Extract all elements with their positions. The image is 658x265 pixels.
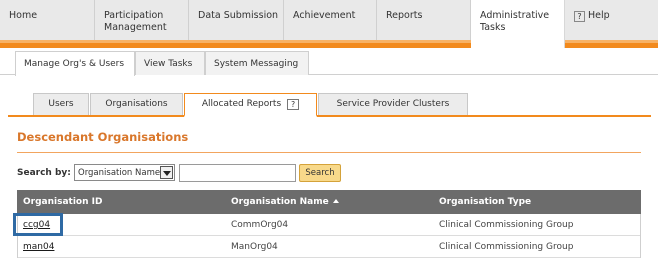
tab-organisations-label: Organisations bbox=[105, 99, 168, 109]
nav-help[interactable]: ? Help bbox=[565, 0, 658, 43]
subnav-manage-label: Manage Org's & Users bbox=[24, 59, 125, 69]
sub-navigation: Manage Org's & Users View Tasks System M… bbox=[0, 48, 658, 76]
subnav-system-messaging[interactable]: System Messaging bbox=[205, 51, 309, 75]
nav-reports-label: Reports bbox=[386, 10, 423, 21]
subnav-manage-orgs-users[interactable]: Manage Org's & Users bbox=[15, 51, 135, 76]
section-title: Descendant Organisations bbox=[17, 130, 189, 144]
table-row: man04 ManOrg04 Clinical Commissioning Gr… bbox=[17, 236, 641, 258]
nav-achievement[interactable]: Achievement bbox=[284, 0, 377, 43]
subnav-view-tasks[interactable]: View Tasks bbox=[135, 51, 205, 75]
table-border-right bbox=[640, 214, 641, 258]
nav-home[interactable]: Home bbox=[0, 0, 95, 43]
tab-allocated-reports-label: Allocated Reports bbox=[201, 99, 282, 109]
column-id-label: Organisation ID bbox=[23, 197, 103, 207]
focus-highlight-box bbox=[13, 213, 63, 236]
nav-data-submission[interactable]: Data Submission bbox=[189, 0, 284, 43]
tab-organisations[interactable]: Organisations bbox=[90, 93, 183, 115]
nav-help-label: Help bbox=[588, 10, 610, 21]
nav-reports[interactable]: Reports bbox=[377, 0, 471, 43]
organisation-type-cell: Clinical Commissioning Group bbox=[439, 242, 574, 252]
nav-data-submission-label: Data Submission bbox=[198, 10, 279, 21]
column-header-organisation-id[interactable]: Organisation ID bbox=[23, 197, 102, 207]
search-input[interactable] bbox=[179, 164, 296, 182]
nav-home-label: Home bbox=[9, 10, 38, 21]
nav-administrative-tasks[interactable]: Administrative Tasks bbox=[471, 0, 565, 48]
help-icon[interactable]: ? bbox=[287, 99, 300, 110]
tab-service-provider-clusters[interactable]: Service Provider Clusters bbox=[318, 93, 468, 115]
column-header-organisation-name[interactable]: Organisation Name bbox=[231, 197, 339, 207]
subnav-view-tasks-label: View Tasks bbox=[144, 59, 193, 69]
organisation-id-link[interactable]: man04 bbox=[23, 242, 54, 252]
tab-allocated-reports[interactable]: Allocated Reports? bbox=[184, 93, 317, 117]
organisation-type-cell: Clinical Commissioning Group bbox=[439, 220, 574, 230]
table-header: Organisation ID Organisation Name Organi… bbox=[17, 190, 641, 214]
organisation-name-cell: CommOrg04 bbox=[231, 220, 289, 230]
nav-achievement-label: Achievement bbox=[293, 10, 356, 21]
search-button[interactable]: Search bbox=[299, 164, 341, 182]
tab-bar: Users Organisations Allocated Reports? S… bbox=[8, 93, 651, 117]
section-divider bbox=[17, 152, 641, 153]
chevron-down-icon[interactable] bbox=[160, 166, 173, 179]
search-by-label: Search by: bbox=[17, 168, 71, 178]
nav-participation-label: Participation Management bbox=[104, 10, 167, 33]
column-type-label: Organisation Type bbox=[439, 197, 532, 207]
subnav-system-messaging-label: System Messaging bbox=[214, 59, 299, 69]
column-header-organisation-type[interactable]: Organisation Type bbox=[439, 197, 531, 207]
sort-ascending-icon bbox=[332, 199, 339, 203]
help-box-icon: ? bbox=[574, 11, 585, 22]
tab-service-provider-clusters-label: Service Provider Clusters bbox=[336, 99, 450, 109]
search-field-select-value: Organisation Name bbox=[78, 168, 161, 178]
nav-admin-label: Administrative Tasks bbox=[480, 10, 550, 33]
search-field-select[interactable]: Organisation Name bbox=[74, 164, 175, 181]
tab-users-label: Users bbox=[48, 99, 74, 109]
top-navigation: Home Participation Management Data Submi… bbox=[0, 0, 658, 48]
tab-users[interactable]: Users bbox=[33, 93, 89, 115]
nav-participation-management[interactable]: Participation Management bbox=[95, 0, 189, 43]
table-row: ccg04 CommOrg04 Clinical Commissioning G… bbox=[17, 214, 641, 236]
organisation-name-cell: ManOrg04 bbox=[231, 242, 278, 252]
column-name-label: Organisation Name bbox=[231, 197, 329, 207]
